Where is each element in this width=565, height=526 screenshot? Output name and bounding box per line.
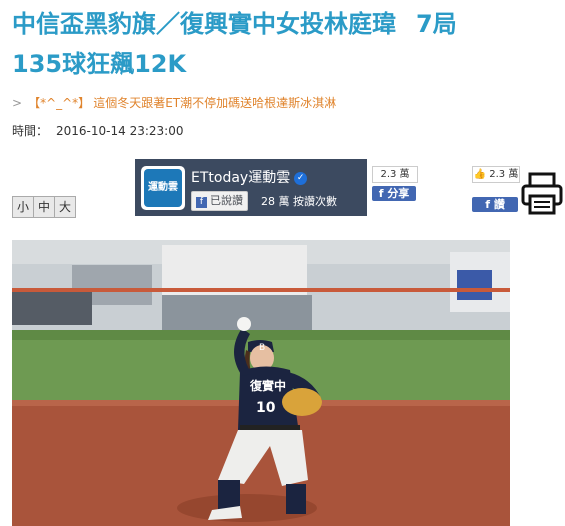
share-label: 分享 [387, 187, 410, 200]
svg-text:B: B [259, 343, 265, 353]
font-size-large-button[interactable]: 大 [54, 196, 76, 218]
fan-page-logo[interactable]: 運動雲 [141, 166, 185, 210]
share-count: 2.3 萬 [372, 166, 418, 183]
like-label: 讚 [493, 198, 505, 211]
share-button[interactable]: f 分享 [372, 186, 416, 201]
like-count: 2.3 萬 [489, 169, 519, 180]
publish-time: 時間： 2016-10-14 23:23:00 [12, 122, 183, 139]
related-tag: 【*^_^*】 [28, 96, 91, 110]
font-size-medium-button[interactable]: 中 [33, 196, 55, 218]
like-widget: 👍 2.3 萬 f 讚 [472, 166, 520, 212]
article-photo: 復實中 10 B [12, 240, 510, 526]
thumbs-up-icon: 👍 [473, 169, 487, 180]
time-label: 時間： [12, 124, 49, 138]
like-count-box: 👍 2.3 萬 [472, 166, 520, 183]
font-size-controls: 小 中 大 [12, 196, 76, 218]
font-size-small-button[interactable]: 小 [12, 196, 34, 218]
svg-text:10: 10 [256, 400, 276, 416]
time-value: 2016-10-14 23:23:00 [56, 124, 184, 138]
related-link[interactable]: > 【*^_^*】 這個冬天跟著ET潮不停加碼送哈根達斯冰淇淋 [12, 94, 336, 111]
facebook-icon: f [196, 197, 207, 208]
like-button[interactable]: f 讚 [472, 197, 518, 212]
fan-page-logo-text: 運動雲 [144, 169, 182, 207]
fan-page-box[interactable]: 運動雲 ETtoday運動雲 ✓ f 已說讚 28 萬 按讚次數 [135, 159, 367, 216]
liked-button[interactable]: f 已說讚 [191, 191, 248, 211]
article-title-line2: 135球狂飆12K [12, 50, 187, 78]
related-text[interactable]: 這個冬天跟著ET潮不停加碼送哈根達斯冰淇淋 [93, 96, 336, 110]
article-title: 中信盃黑豹旗／復興實中女投林庭瑋 7局 135球狂飆12K [12, 4, 557, 84]
chevron-right-icon: > [12, 96, 23, 110]
fan-page-name-text: ETtoday運動雲 [191, 170, 291, 186]
fan-page-like-count: 28 萬 按讚次數 [261, 195, 337, 208]
article-title-part2: 7局 [416, 10, 457, 38]
svg-text:復實中: 復實中 [249, 378, 286, 393]
article-title-part1: 中信盃黑豹旗／復興實中女投林庭瑋 [12, 10, 396, 38]
liked-label: 已說讚 [210, 194, 243, 207]
printer-icon[interactable] [520, 172, 564, 216]
share-widget: 2.3 萬 f 分享 [372, 166, 418, 201]
facebook-icon: f [485, 198, 494, 211]
check-badge-icon: ✓ [294, 171, 308, 185]
fan-page-name[interactable]: ETtoday運動雲 ✓ [191, 167, 308, 187]
